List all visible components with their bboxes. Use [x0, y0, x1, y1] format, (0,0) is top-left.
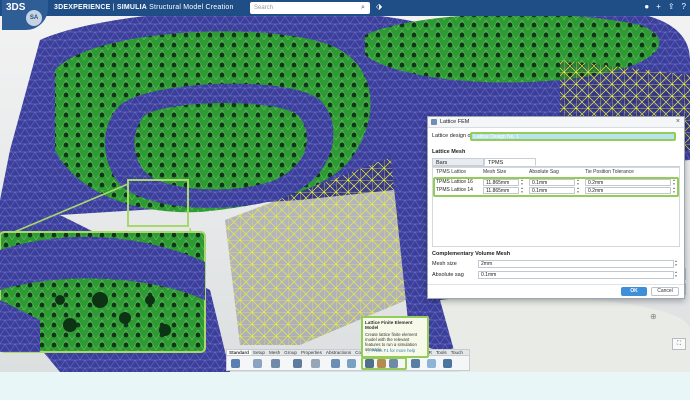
brand-name: 3DEXPERIENCE: [54, 4, 111, 11]
user-icon[interactable]: ●: [644, 2, 649, 11]
mesh-size-field[interactable]: 2mm: [478, 260, 674, 268]
action-bar-icons: [226, 356, 470, 371]
app-subtitle: Structural Model Creation: [149, 4, 234, 11]
top-right-controls: ● + ⇪ ?: [644, 2, 686, 11]
share-icon[interactable]: ⇪: [668, 2, 675, 11]
tab-tpms[interactable]: TPMS: [484, 158, 536, 166]
tpms-lattice-table: TPMS Lattice Mesh Size Absolute Sag Tie …: [432, 167, 680, 247]
view-icon[interactable]: [293, 359, 302, 368]
tolerance-input[interactable]: 0.2mm: [585, 187, 671, 194]
dialog-divider: [428, 284, 684, 285]
close-icon[interactable]: ×: [676, 117, 680, 127]
lattice-bars-icon[interactable]: [377, 359, 386, 368]
absolute-sag-label: Absolute sag: [432, 272, 464, 278]
spinner-icon[interactable]: ▴ ▾: [672, 186, 676, 194]
title-separator: |: [112, 4, 115, 11]
tolerance-input[interactable]: 0.2mm: [585, 179, 671, 186]
spinner-icon[interactable]: ▴ ▾: [520, 178, 524, 186]
cancel-button[interactable]: Cancel: [651, 287, 679, 296]
connection-icon[interactable]: [411, 359, 420, 368]
table-row[interactable]: TPMS Lattice 14 11.865mm ▴ ▾ 0.1mm ▴ ▾ 0.2…: [433, 186, 679, 195]
fit-button[interactable]: ⛶: [672, 338, 686, 350]
spinner-icon[interactable]: ▴ ▾: [520, 186, 524, 194]
3d-viewport[interactable]: 3DEXPERIENCE | SIMULIA Structural Model …: [0, 0, 690, 372]
lattice-icon: [431, 119, 437, 125]
command-tooltip: Lattice Finite Element Model Create latt…: [361, 316, 429, 358]
lattice-mesh-heading: Lattice Mesh: [432, 149, 466, 155]
lattice-type-tabs: Bars TPMS: [432, 158, 680, 167]
avatar[interactable]: SA: [26, 10, 42, 26]
lattice-fem-dialog: Lattice FEM × Lattice design on: Lattice…: [427, 116, 685, 299]
column-header: TPMS Lattice: [436, 169, 467, 175]
mesh-size-label: Mesh size: [432, 261, 457, 267]
tooltip-title: Lattice Finite Element Model: [365, 320, 413, 330]
column-header: Mesh Size: [483, 169, 507, 175]
search-icon[interactable]: ⌕: [358, 3, 368, 13]
mesh-size-row: Mesh size 2mm ▴ ▾: [432, 259, 680, 269]
tooltip-help[interactable]: ⓘ Press F1 for more help: [366, 348, 415, 354]
ok-button[interactable]: OK: [621, 287, 647, 296]
lattice-name: TPMS Lattice 16: [436, 179, 473, 185]
tab-bars[interactable]: Bars: [432, 158, 484, 166]
absolute-sag-input[interactable]: 0.1mm: [529, 187, 575, 194]
spinner-icon[interactable]: ▴ ▾: [576, 178, 580, 186]
measure-icon[interactable]: [271, 359, 280, 368]
app-name: SIMULIA: [116, 4, 148, 11]
absolute-sag-field[interactable]: 0.1mm: [478, 271, 674, 279]
spinner-icon[interactable]: ▴ ▾: [674, 259, 678, 267]
lattice-design-label: Lattice design on:: [432, 133, 476, 139]
abstraction-icon[interactable]: [427, 359, 436, 368]
spinner-icon[interactable]: ▴ ▾: [576, 186, 580, 194]
lattice-design-field[interactable]: Lattice Design No. 1: [470, 132, 676, 141]
mesh-size-input[interactable]: 11.865mm: [483, 187, 519, 194]
property-icon[interactable]: [443, 359, 452, 368]
tooltip-help-text: Press F1 for more help: [371, 348, 416, 353]
plus-icon[interactable]: +: [656, 2, 661, 11]
logo-text: 3DS: [6, 2, 26, 13]
lattice-tpms-icon[interactable]: [389, 359, 398, 368]
absolute-sag-row: Absolute sag 0.1mm ▴ ▾: [432, 270, 680, 280]
bottom-strip: [0, 372, 690, 400]
lattice-design-row: Lattice design on: Lattice Design No. 1: [428, 131, 684, 143]
column-header: Absolute Sag: [529, 169, 559, 175]
tag-icon[interactable]: ⬗: [376, 2, 382, 11]
select-icon[interactable]: [253, 359, 262, 368]
spinner-icon[interactable]: ▴ ▾: [674, 270, 678, 278]
column-header: Tie Position Tolerance: [585, 169, 634, 175]
lattice-fem-icon[interactable]: [365, 359, 374, 368]
lattice-name: TPMS Lattice 14: [436, 187, 473, 193]
top-bar: 3DEXPERIENCE | SIMULIA Structural Model …: [0, 0, 690, 16]
mesh-part-icon[interactable]: [347, 359, 356, 368]
undo-icon[interactable]: [231, 359, 240, 368]
dialog-title-bar[interactable]: Lattice FEM ×: [428, 117, 684, 128]
help-icon[interactable]: ?: [682, 2, 686, 11]
app-title: 3DEXPERIENCE | SIMULIA Structural Model …: [54, 4, 234, 11]
mesh-icon[interactable]: [331, 359, 340, 368]
dialog-title: Lattice FEM: [440, 119, 470, 125]
complementary-mesh-heading: Complementary Volume Mesh: [432, 251, 511, 257]
absolute-sag-input[interactable]: 0.1mm: [529, 179, 575, 186]
action-bar-tabs: Standard Setup Mesh Group Properties Abstract…: [226, 349, 470, 356]
compass-icon[interactable]: ⊕: [650, 312, 657, 321]
mesh-size-input[interactable]: 11.865mm: [483, 179, 519, 186]
table-row[interactable]: TPMS Lattice 16 11.865mm ▴ ▾ 0.1mm ▴ ▾ 0.2…: [433, 178, 679, 187]
spinner-icon[interactable]: ▴ ▾: [672, 178, 676, 186]
search-input[interactable]: Search: [250, 2, 370, 14]
section-icon[interactable]: [311, 359, 320, 368]
